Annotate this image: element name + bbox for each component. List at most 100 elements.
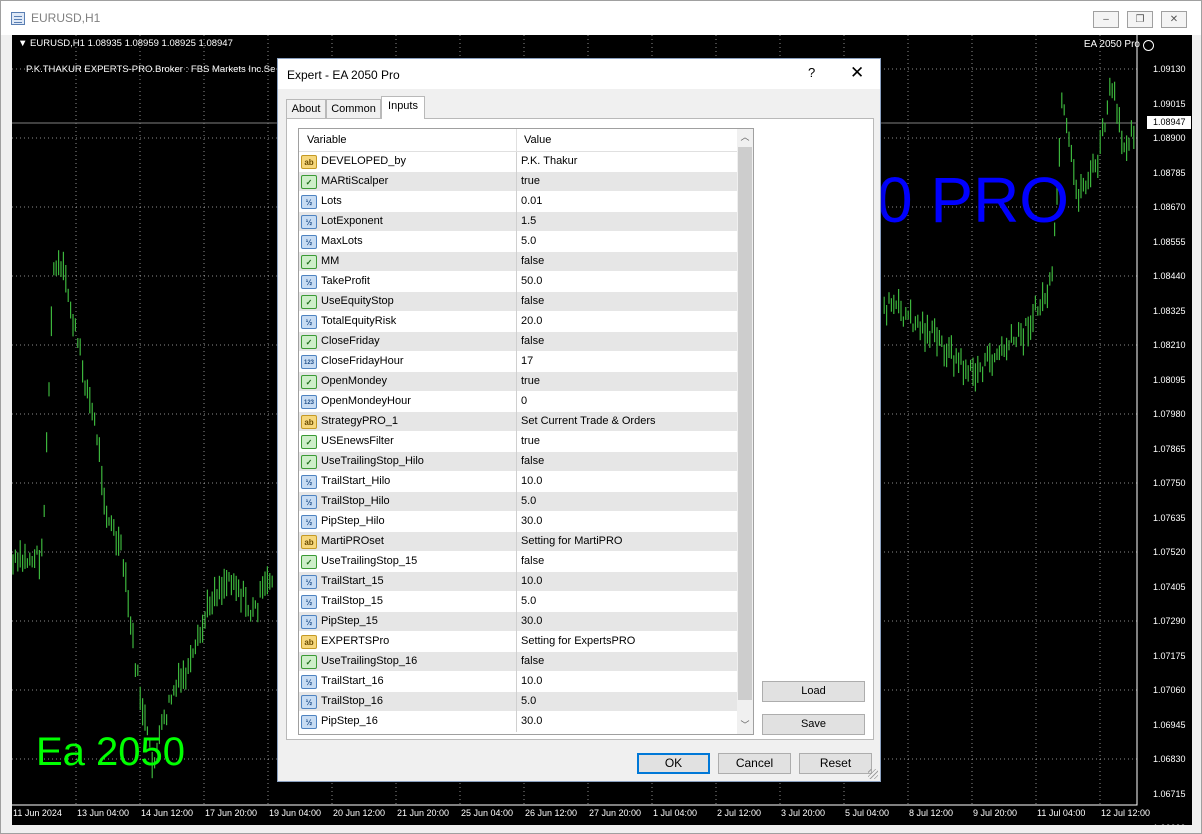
time-tick-label: 5 Jul 04:00: [845, 808, 890, 818]
param-row[interactable]: ½ Lots 0.01: [299, 192, 737, 212]
param-row[interactable]: ½ LotExponent 1.5: [299, 212, 737, 232]
param-row[interactable]: ✓ MARtiScalper true: [299, 172, 737, 192]
param-row[interactable]: ½ PipStep_15 30.0: [299, 612, 737, 632]
param-value[interactable]: false: [521, 335, 544, 347]
param-row[interactable]: ab StrategyPRO_1 Set Current Trade & Order…: [299, 412, 737, 432]
param-value[interactable]: Set Current Trade & Orders: [521, 415, 656, 427]
param-value[interactable]: 1.5: [521, 215, 536, 227]
param-row[interactable]: ½ TotalEquityRisk 20.0: [299, 312, 737, 332]
param-row[interactable]: 123 OpenMondeyHour 0: [299, 392, 737, 412]
param-value[interactable]: 17: [521, 355, 533, 367]
bool-type-icon: ✓: [301, 555, 317, 569]
price-tick-label: 1.08785: [1153, 167, 1186, 178]
param-row[interactable]: ab DEVELOPED_by P.K. Thakur: [299, 152, 737, 172]
param-value[interactable]: 5.0: [521, 695, 536, 707]
param-name: MARtiScalper: [321, 175, 389, 187]
param-row[interactable]: ✓ OpenMondey true: [299, 372, 737, 392]
param-row[interactable]: ½ PipStep_16 30.0: [299, 712, 737, 732]
param-value[interactable]: Setting for MartiPRO: [521, 535, 622, 547]
param-row[interactable]: ✓ UseTrailingStop_15 false: [299, 552, 737, 572]
help-button[interactable]: ?: [808, 65, 815, 80]
param-row[interactable]: ½ PipStep_Hilo 30.0: [299, 512, 737, 532]
scroll-up-arrow-icon[interactable]: ︿: [737, 129, 753, 146]
param-value[interactable]: 30.0: [521, 515, 542, 527]
param-row[interactable]: ½ TrailStart_16 10.0: [299, 672, 737, 692]
price-tick-label: 1.07405: [1153, 581, 1186, 592]
param-row[interactable]: ab EXPERTSPro Setting for ExpertsPRO: [299, 632, 737, 652]
num-type-icon: ½: [301, 215, 317, 229]
param-value[interactable]: true: [521, 435, 540, 447]
value-column-header[interactable]: Value: [524, 134, 551, 146]
param-row[interactable]: ½ MaxLots 5.0: [299, 232, 737, 252]
dialog-close-button[interactable]: ✕: [850, 63, 864, 83]
param-name: UseTrailingStop_16: [321, 655, 418, 667]
param-row[interactable]: ✓ UseEquityStop false: [299, 292, 737, 312]
tab-inputs[interactable]: Inputs: [381, 96, 425, 119]
param-name: OpenMondey: [321, 375, 388, 387]
param-value[interactable]: P.K. Thakur: [521, 155, 577, 167]
param-value[interactable]: false: [521, 255, 544, 267]
param-value[interactable]: 30.0: [521, 615, 542, 627]
param-value[interactable]: 0: [521, 395, 527, 407]
param-name: LotExponent: [321, 215, 383, 227]
price-tick-label: 1.08670: [1153, 202, 1186, 212]
param-value[interactable]: Setting for ExpertsPRO: [521, 635, 635, 647]
ab-type-icon: ab: [301, 415, 317, 429]
param-row[interactable]: ✓ CloseFriday false: [299, 332, 737, 352]
price-tick-label: 1.08095: [1153, 374, 1186, 385]
time-tick-label: 1 Jul 04:00: [653, 808, 698, 818]
param-row[interactable]: ✓ USEnewsFilter true: [299, 432, 737, 452]
param-row[interactable]: ½ TakeProfit 50.0: [299, 272, 737, 292]
param-value[interactable]: 30.0: [521, 715, 542, 727]
time-tick-label: 13 Jun 04:00: [77, 808, 130, 818]
param-value[interactable]: 50.0: [521, 275, 542, 287]
param-row[interactable]: ab MartiPROset Setting for MartiPRO: [299, 532, 737, 552]
tab-about[interactable]: About: [286, 99, 326, 119]
param-row[interactable]: ½ TrailStop_15 5.0: [299, 592, 737, 612]
price-tick-label: 1.09015: [1153, 98, 1186, 109]
param-row[interactable]: 123 CloseFridayHour 17: [299, 352, 737, 372]
close-window-button[interactable]: ✕: [1161, 11, 1187, 28]
load-button[interactable]: Load: [762, 681, 865, 702]
param-value[interactable]: false: [521, 555, 544, 567]
inputs-panel: Variable Value ab DEVELOPED_by P.K. Thakur…: [286, 118, 874, 740]
param-row[interactable]: ½ TrailStart_Hilo 10.0: [299, 472, 737, 492]
grid-scrollbar[interactable]: ︿ ﹀: [737, 129, 753, 734]
param-value[interactable]: false: [521, 655, 544, 667]
param-value[interactable]: 5.0: [521, 495, 536, 507]
param-value[interactable]: 5.0: [521, 595, 536, 607]
param-value[interactable]: 10.0: [521, 475, 542, 487]
tab-common[interactable]: Common: [326, 99, 381, 119]
param-value[interactable]: true: [521, 375, 540, 387]
param-name: PipStep_15: [321, 615, 378, 627]
price-tick-label: 1.08555: [1153, 236, 1186, 247]
param-value[interactable]: 5.0: [521, 235, 536, 247]
symbol-ohlc-line: ▼ EURUSD,H1 1.08935 1.08959 1.08925 1.08…: [18, 38, 233, 49]
param-value[interactable]: 10.0: [521, 575, 542, 587]
param-value[interactable]: 10.0: [521, 675, 542, 687]
param-name: DEVELOPED_by: [321, 155, 406, 167]
param-value[interactable]: false: [521, 295, 544, 307]
minimize-button[interactable]: –: [1093, 11, 1119, 28]
param-row[interactable]: ✓ MM false: [299, 252, 737, 272]
param-value[interactable]: false: [521, 455, 544, 467]
param-value[interactable]: 20.0: [521, 315, 542, 327]
save-button[interactable]: Save: [762, 714, 865, 735]
reset-button[interactable]: Reset: [799, 753, 872, 774]
param-row[interactable]: ✓ UseTrailingStop_16 false: [299, 652, 737, 672]
cancel-button[interactable]: Cancel: [718, 753, 791, 774]
ok-button[interactable]: OK: [637, 753, 710, 774]
scroll-down-arrow-icon[interactable]: ﹀: [737, 717, 753, 734]
smiley-icon[interactable]: [1143, 40, 1154, 51]
param-row[interactable]: ½ TrailStop_16 5.0: [299, 692, 737, 712]
param-row[interactable]: ½ TrailStart_15 10.0: [299, 572, 737, 592]
variable-column-header[interactable]: Variable: [307, 134, 347, 146]
scroll-thumb[interactable]: [738, 147, 752, 700]
param-value[interactable]: 0.01: [521, 195, 542, 207]
resize-grip-icon[interactable]: [868, 769, 878, 779]
param-row[interactable]: ✓ UseTrailingStop_Hilo false: [299, 452, 737, 472]
restore-button[interactable]: ❐: [1127, 11, 1153, 28]
param-row[interactable]: ½ TrailStop_Hilo 5.0: [299, 492, 737, 512]
param-value[interactable]: true: [521, 175, 540, 187]
expert-dialog: Expert - EA 2050 Pro ? ✕ About Common In…: [277, 58, 881, 782]
